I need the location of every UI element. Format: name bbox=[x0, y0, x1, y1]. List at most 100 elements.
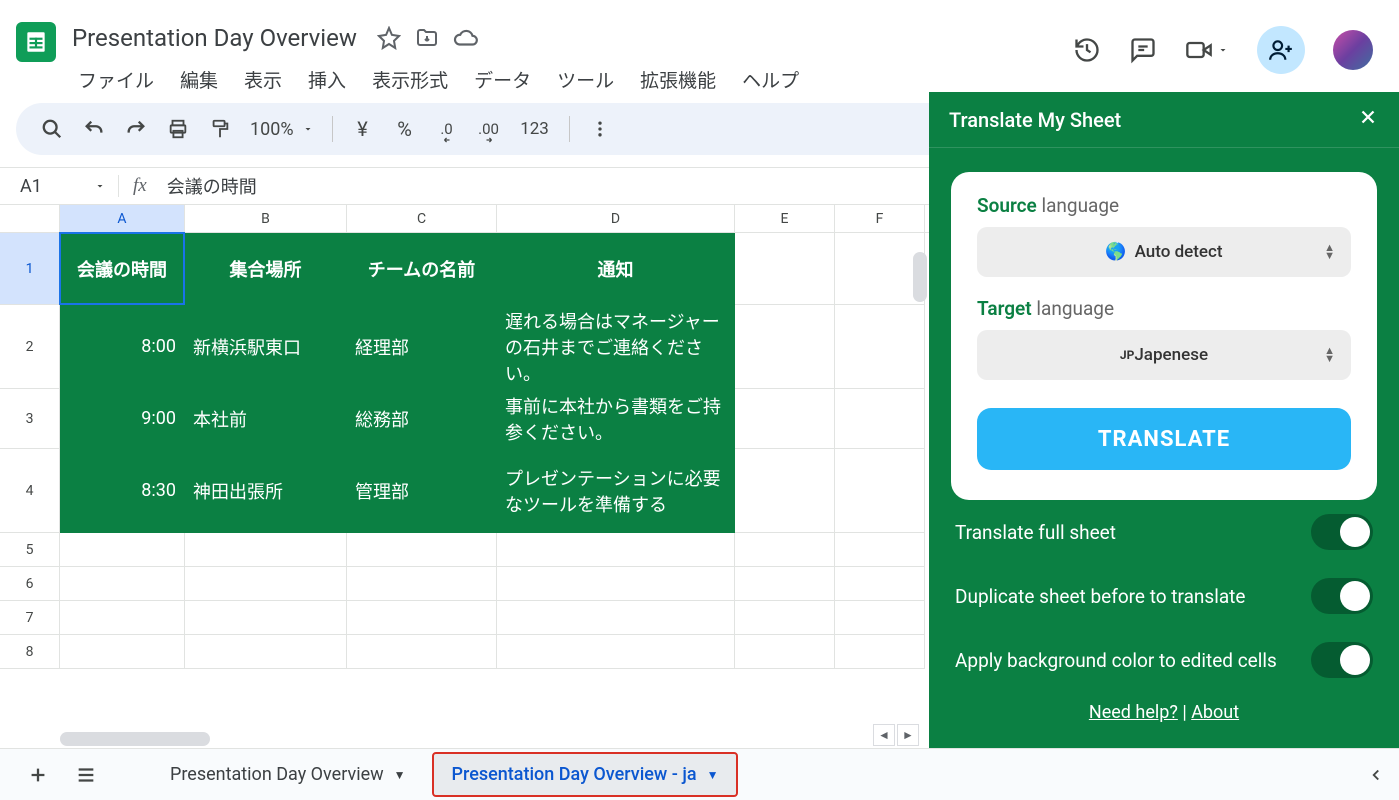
cell-A4[interactable]: 8:30 bbox=[60, 449, 185, 533]
col-header-C[interactable]: C bbox=[347, 205, 497, 232]
cell-B3[interactable]: 本社前 bbox=[185, 389, 347, 449]
search-icon[interactable] bbox=[34, 111, 70, 147]
document-title[interactable]: Presentation Day Overview bbox=[66, 22, 363, 54]
cell-E4[interactable] bbox=[735, 449, 835, 533]
row-header[interactable]: 7 bbox=[0, 601, 60, 635]
col-header-E[interactable]: E bbox=[735, 205, 835, 232]
col-header-F[interactable]: F bbox=[835, 205, 925, 232]
row-header[interactable]: 6 bbox=[0, 567, 60, 601]
menu-data[interactable]: データ bbox=[462, 62, 543, 97]
vertical-scrollbar[interactable] bbox=[913, 252, 927, 302]
number-format-button[interactable]: 123 bbox=[513, 111, 557, 147]
cloud-status-icon[interactable] bbox=[453, 25, 479, 51]
cell[interactable] bbox=[185, 601, 347, 635]
cell[interactable] bbox=[60, 567, 185, 601]
cell[interactable] bbox=[347, 533, 497, 567]
paint-format-icon[interactable] bbox=[202, 111, 238, 147]
cell[interactable] bbox=[735, 635, 835, 669]
cell-F2[interactable] bbox=[835, 305, 925, 389]
undo-icon[interactable] bbox=[76, 111, 112, 147]
menu-extensions[interactable]: 拡張機能 bbox=[628, 62, 728, 97]
cell-F1[interactable] bbox=[835, 233, 925, 305]
meet-icon[interactable] bbox=[1185, 36, 1229, 64]
horizontal-scrollbar[interactable] bbox=[60, 732, 210, 746]
cell-D1[interactable]: 通知 bbox=[497, 233, 735, 305]
cell[interactable] bbox=[835, 601, 925, 635]
more-tools-icon[interactable] bbox=[582, 111, 618, 147]
cell[interactable] bbox=[735, 601, 835, 635]
cell-B4[interactable]: 神田出張所 bbox=[185, 449, 347, 533]
formula-input[interactable]: 会議の時間 bbox=[161, 173, 257, 199]
source-lang-select[interactable]: 🌎 Auto detect ▲▼ bbox=[977, 227, 1351, 277]
sheets-logo[interactable] bbox=[16, 22, 56, 62]
decrease-decimal-icon[interactable]: .0 bbox=[429, 111, 465, 147]
cell[interactable] bbox=[835, 533, 925, 567]
cell-D4[interactable]: プレゼンテーションに必要なツールを準備する bbox=[497, 449, 735, 533]
menu-format[interactable]: 表示形式 bbox=[360, 62, 460, 97]
chevron-down-icon[interactable]: ▼ bbox=[394, 768, 406, 782]
cell-B2[interactable]: 新横浜駅東口 bbox=[185, 305, 347, 389]
move-to-folder-icon[interactable] bbox=[415, 26, 439, 50]
comments-icon[interactable] bbox=[1129, 36, 1157, 64]
zoom-select[interactable]: 100% bbox=[244, 119, 320, 140]
menu-file[interactable]: ファイル bbox=[66, 62, 166, 97]
percent-button[interactable]: % bbox=[387, 111, 423, 147]
row-header[interactable]: 5 bbox=[0, 533, 60, 567]
menu-tools[interactable]: ツール bbox=[545, 62, 626, 97]
translate-button[interactable]: TRANSLATE bbox=[977, 408, 1351, 470]
col-header-B[interactable]: B bbox=[185, 205, 347, 232]
cell-C3[interactable]: 総務部 bbox=[347, 389, 497, 449]
cell-E1[interactable] bbox=[735, 233, 835, 305]
all-sheets-button[interactable] bbox=[66, 755, 106, 795]
cell[interactable] bbox=[835, 567, 925, 601]
cell-A2[interactable]: 8:00 bbox=[60, 305, 185, 389]
cell[interactable] bbox=[347, 635, 497, 669]
cell[interactable] bbox=[497, 635, 735, 669]
increase-decimal-icon[interactable]: .00 bbox=[471, 111, 507, 147]
hide-sidepanel-icon[interactable] bbox=[1367, 766, 1385, 788]
currency-button[interactable]: ¥ bbox=[345, 111, 381, 147]
history-icon[interactable] bbox=[1073, 36, 1101, 64]
sheet-tab-1[interactable]: Presentation Day Overview▼ bbox=[152, 754, 424, 795]
menu-help[interactable]: ヘルプ bbox=[730, 62, 811, 97]
about-link[interactable]: About bbox=[1191, 702, 1239, 723]
print-icon[interactable] bbox=[160, 111, 196, 147]
menu-edit[interactable]: 編集 bbox=[168, 62, 230, 97]
cell[interactable] bbox=[60, 601, 185, 635]
cell-F3[interactable] bbox=[835, 389, 925, 449]
cell[interactable] bbox=[185, 635, 347, 669]
cell-C1[interactable]: チームの名前 bbox=[347, 233, 497, 305]
menu-view[interactable]: 表示 bbox=[232, 62, 294, 97]
select-all-corner[interactable] bbox=[0, 205, 60, 232]
row-header[interactable]: 2 bbox=[0, 305, 60, 389]
cell-A1[interactable]: 会議の時間 bbox=[60, 233, 185, 305]
cell-E3[interactable] bbox=[735, 389, 835, 449]
scroll-right-icon[interactable]: ► bbox=[897, 724, 919, 746]
full-sheet-toggle[interactable] bbox=[1311, 514, 1373, 550]
scroll-left-icon[interactable]: ◄ bbox=[873, 724, 895, 746]
cell-D2[interactable]: 遅れる場合はマネージャーの石井までご連絡ください。 bbox=[497, 305, 735, 389]
cell[interactable] bbox=[347, 601, 497, 635]
cell-C4[interactable]: 管理部 bbox=[347, 449, 497, 533]
cell[interactable] bbox=[735, 533, 835, 567]
account-avatar[interactable] bbox=[1333, 30, 1373, 70]
star-icon[interactable] bbox=[377, 26, 401, 50]
help-link[interactable]: Need help? bbox=[1089, 702, 1178, 723]
target-lang-select[interactable]: JP Japenese ▲▼ bbox=[977, 330, 1351, 380]
duplicate-toggle[interactable] bbox=[1311, 578, 1373, 614]
menu-insert[interactable]: 挿入 bbox=[296, 62, 358, 97]
row-header[interactable]: 3 bbox=[0, 389, 60, 449]
close-icon[interactable] bbox=[1357, 106, 1379, 133]
cell[interactable] bbox=[835, 635, 925, 669]
sheet-tab-2[interactable]: Presentation Day Overview - ja▼ bbox=[432, 752, 739, 797]
col-header-D[interactable]: D bbox=[497, 205, 735, 232]
chevron-down-icon[interactable]: ▼ bbox=[707, 768, 719, 782]
cell[interactable] bbox=[185, 567, 347, 601]
cell-E2[interactable] bbox=[735, 305, 835, 389]
cell[interactable] bbox=[185, 533, 347, 567]
cell[interactable] bbox=[497, 567, 735, 601]
cell[interactable] bbox=[497, 533, 735, 567]
row-header[interactable]: 1 bbox=[0, 233, 60, 305]
col-header-A[interactable]: A bbox=[60, 205, 185, 232]
cell[interactable] bbox=[60, 635, 185, 669]
